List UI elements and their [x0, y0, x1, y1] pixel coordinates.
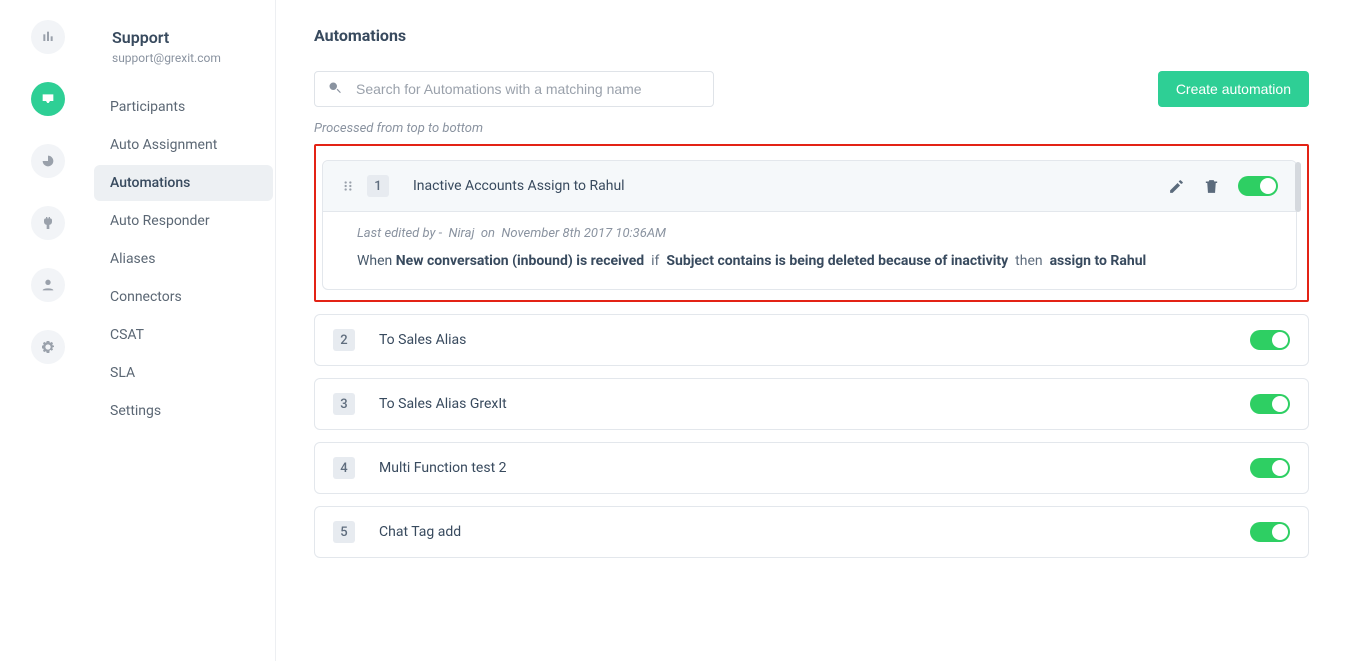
automation-row-header[interactable]: 5 Chat Tag add [315, 507, 1308, 557]
sidebar-item-csat[interactable]: CSAT [94, 317, 273, 353]
automation-title: Chat Tag add [367, 524, 1238, 540]
automation-actions [1250, 394, 1290, 414]
automation-row-header[interactable]: 3 To Sales Alias GrexIt [315, 379, 1308, 429]
rail-inbox-icon[interactable] [31, 82, 65, 116]
automation-rule: When New conversation (inbound) is recei… [357, 253, 1262, 269]
sidebar-subtitle: support@grexit.com [112, 51, 275, 65]
sidebar-title: Support [112, 28, 275, 47]
sidebar-item-auto-responder[interactable]: Auto Responder [94, 203, 273, 239]
automation-row-header[interactable]: 4 Multi Function test 2 [315, 443, 1308, 493]
automation-toggle[interactable] [1250, 394, 1290, 414]
automation-toggle[interactable] [1250, 330, 1290, 350]
automation-toggle[interactable] [1250, 522, 1290, 542]
automation-number: 4 [333, 457, 355, 479]
highlighted-automation: 1 Inactive Accounts Assign to Rahul Last… [314, 144, 1309, 302]
automation-actions [1168, 176, 1278, 196]
automation-title: To Sales Alias [367, 332, 1238, 348]
automation-number: 5 [333, 521, 355, 543]
automation-row[interactable]: 2 To Sales Alias [314, 314, 1309, 366]
automation-row[interactable]: 3 To Sales Alias GrexIt [314, 378, 1309, 430]
search-input[interactable] [342, 81, 701, 97]
sidebar: Support support@grexit.com ParticipantsA… [96, 0, 276, 661]
drag-handle-icon[interactable] [341, 179, 355, 193]
automation-row[interactable]: 5 Chat Tag add [314, 506, 1309, 558]
automation-toggle[interactable] [1238, 176, 1278, 196]
automation-title: Inactive Accounts Assign to Rahul [401, 178, 1156, 194]
sidebar-item-settings[interactable]: Settings [94, 393, 273, 429]
edit-icon[interactable] [1168, 178, 1185, 195]
sidebar-item-sla[interactable]: SLA [94, 355, 273, 391]
rail-reports-icon[interactable] [31, 144, 65, 178]
main-content: Automations Create automation Processed … [276, 0, 1347, 661]
automation-number: 3 [333, 393, 355, 415]
sidebar-header: Support support@grexit.com [96, 28, 275, 65]
automation-row-header[interactable]: 1 Inactive Accounts Assign to Rahul [323, 161, 1296, 212]
automation-list: 2 To Sales Alias 3 To Sales Alias GrexIt 4 Mu… [314, 314, 1309, 558]
delete-icon[interactable] [1203, 178, 1220, 195]
automation-row-header[interactable]: 2 To Sales Alias [315, 315, 1308, 365]
automation-row[interactable]: 1 Inactive Accounts Assign to Rahul Last… [322, 160, 1297, 290]
process-order-note: Processed from top to bottom [314, 121, 1309, 136]
search-icon [327, 80, 342, 99]
page-title: Automations [314, 26, 1309, 45]
automation-details: Last edited by - Niraj on November 8th 2… [323, 212, 1296, 289]
last-edited-text: Last edited by - Niraj on November 8th 2… [357, 226, 1262, 241]
sidebar-item-aliases[interactable]: Aliases [94, 241, 273, 277]
automation-row[interactable]: 4 Multi Function test 2 [314, 442, 1309, 494]
rail-people-icon[interactable] [31, 268, 65, 302]
automation-actions [1250, 458, 1290, 478]
rail-settings-icon[interactable] [31, 330, 65, 364]
automation-actions [1250, 330, 1290, 350]
sidebar-item-participants[interactable]: Participants [94, 89, 273, 125]
rail-analytics-icon[interactable] [31, 20, 65, 54]
sidebar-item-connectors[interactable]: Connectors [94, 279, 273, 315]
automation-title: Multi Function test 2 [367, 460, 1238, 476]
automation-actions [1250, 522, 1290, 542]
sidebar-item-automations[interactable]: Automations [94, 165, 273, 201]
automation-number: 2 [333, 329, 355, 351]
rail-integrations-icon[interactable] [31, 206, 65, 240]
automation-number: 1 [367, 175, 389, 197]
search-box[interactable] [314, 71, 714, 107]
topbar: Create automation [314, 71, 1309, 107]
automation-title: To Sales Alias GrexIt [367, 396, 1238, 412]
automation-toggle[interactable] [1250, 458, 1290, 478]
create-automation-button[interactable]: Create automation [1158, 71, 1309, 107]
scrollbar-thumb[interactable] [1295, 162, 1301, 212]
sidebar-item-auto-assignment[interactable]: Auto Assignment [94, 127, 273, 163]
icon-rail [0, 0, 96, 661]
